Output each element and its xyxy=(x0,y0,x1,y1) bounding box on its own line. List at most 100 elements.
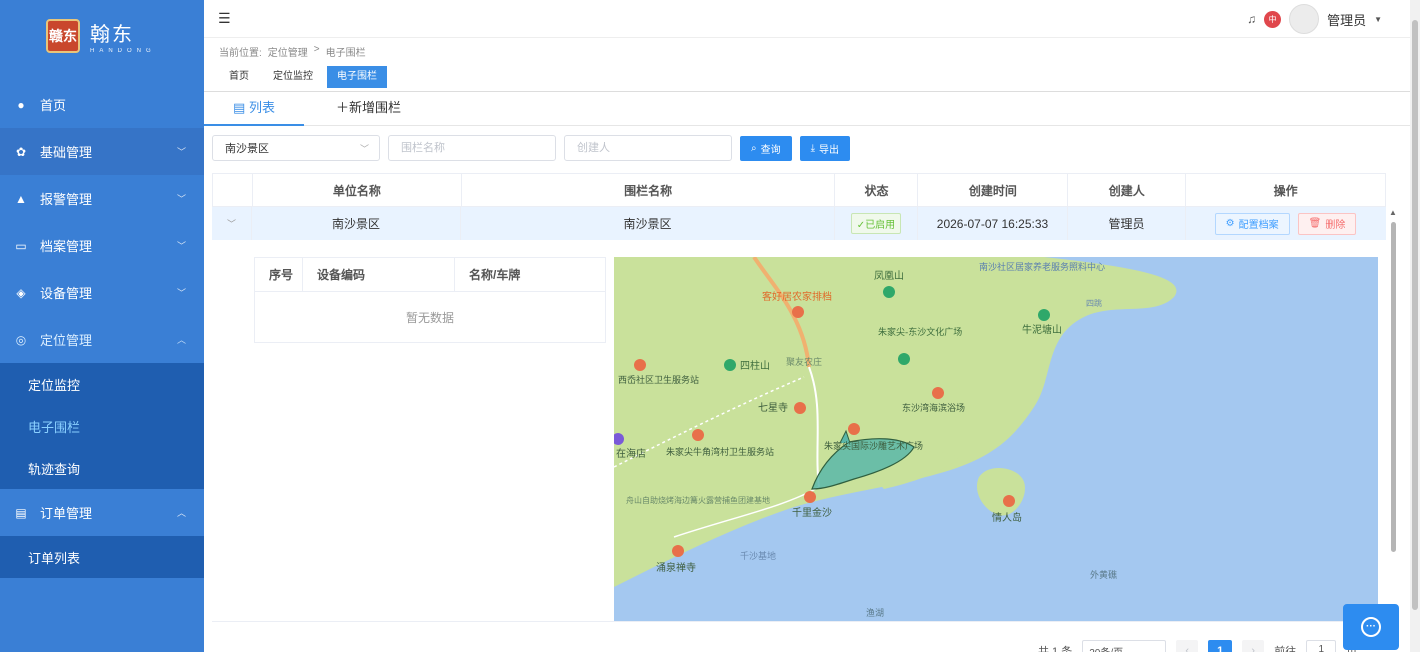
poi-marker xyxy=(794,402,806,414)
table-scrollbar[interactable] xyxy=(1391,222,1396,552)
fence-name-input[interactable] xyxy=(388,135,556,161)
tag-location-monitor[interactable]: 定位监控 xyxy=(263,66,323,88)
sidebar-item-device[interactable]: ◈ 设备管理 ﹀ xyxy=(0,269,204,316)
language-flag-icon[interactable]: 中 xyxy=(1264,10,1282,28)
sidebar-item-alarm[interactable]: ▲ 报警管理 ﹀ xyxy=(0,175,204,222)
logo-mark: 赣东 xyxy=(46,19,80,53)
device-icon: ◈ xyxy=(16,285,26,300)
tag-home[interactable]: 首页 xyxy=(219,66,259,88)
map-label: 渔湖 xyxy=(866,608,884,619)
expand-toggle-icon[interactable]: ﹀ xyxy=(212,207,252,240)
goto-page-input[interactable]: 1 xyxy=(1306,640,1337,652)
chevron-up-icon: ︿ xyxy=(176,508,186,518)
poi-marker xyxy=(1003,495,1015,507)
poi-marker xyxy=(692,429,704,441)
order-icon: ▤ xyxy=(15,505,27,520)
content-tabs: ▤ 列表 ＋新增围栏 xyxy=(204,92,1410,126)
config-archive-button[interactable]: ⚙ 配置档案 xyxy=(1214,212,1290,235)
poi-marker xyxy=(848,423,860,435)
sidebar-item-geofence[interactable]: 电子围栏 xyxy=(0,405,204,447)
tag-geofence[interactable]: 电子围栏 xyxy=(327,66,387,88)
sidebar-item-track-query[interactable]: 轨迹查询 xyxy=(0,447,204,489)
poi-marker xyxy=(932,387,944,399)
poi-marker xyxy=(883,286,895,298)
prev-page-button[interactable]: ‹ xyxy=(1176,640,1199,652)
delete-button[interactable]: 🗑 删除 xyxy=(1297,212,1357,235)
tags-view: 首页 定位监控 电子围栏 xyxy=(219,66,387,88)
scroll-up-icon[interactable]: ▲ xyxy=(1389,208,1397,217)
empty-state: 暂无数据 xyxy=(405,310,454,325)
chevron-down-icon: ﹀ xyxy=(176,241,186,251)
map-label: 千里金沙 xyxy=(792,506,832,519)
dashboard-icon: ● xyxy=(17,97,25,112)
sidebar: 赣东 翰东 HANDONG ● 首页 ✿ 基础管理 ﹀ ▲ 报警管理 ﹀ ▭ 档… xyxy=(0,0,204,652)
unit-select[interactable]: 南沙景区 ﹀ xyxy=(212,135,380,161)
brand-name: 翰东 xyxy=(90,22,134,46)
map-label: 涌泉禅寺 xyxy=(656,561,696,574)
chevron-up-icon: ︿ xyxy=(176,335,186,345)
table-header: 单位名称 围栏名称 状态 创建时间 创建人 操作 xyxy=(212,173,1386,207)
poi-marker xyxy=(898,353,910,365)
table-row: ﹀ 南沙景区 南沙景区 ✓已启用 2026-07-07 16:25:33 管理员… xyxy=(212,207,1386,240)
search-icon: ⌕ xyxy=(751,142,757,154)
chat-button[interactable]: ··· xyxy=(1343,604,1399,650)
sidebar-item-location[interactable]: ◎ 定位管理 ︿ xyxy=(0,316,204,363)
sidebar-item-order[interactable]: ▤ 订单管理 ︿ xyxy=(0,489,204,536)
breadcrumb-level1[interactable]: 定位管理 xyxy=(268,44,308,59)
poi-marker xyxy=(634,359,646,371)
filter-bar: 南沙景区 ﹀ ⌕ 查询 ⤓ 导出 xyxy=(212,135,851,161)
document-icon: ▤ xyxy=(233,100,246,115)
current-page[interactable]: 1 xyxy=(1208,640,1233,652)
username[interactable]: 管理员 xyxy=(1327,10,1366,29)
sidebar-item-basic[interactable]: ✿ 基础管理 ﹀ xyxy=(0,128,204,175)
sidebar-item-location-monitor[interactable]: 定位监控 xyxy=(0,363,204,405)
map-label: 客好居农家排档 xyxy=(762,290,832,303)
map-label: 千沙基地 xyxy=(740,550,776,562)
map-label: 舟山自助烧烤海边篝火露营捕鱼团建基地 xyxy=(626,495,770,505)
map-label: 朱家尖牛角湾村卫生服务站 xyxy=(666,446,774,458)
map-label: 东沙湾海滨浴场 xyxy=(902,402,965,414)
location-submenu: 定位监控 电子围栏 轨迹查询 xyxy=(0,363,204,489)
notification-bell-icon[interactable]: ♫ xyxy=(1247,12,1256,26)
sidebar-item-archive[interactable]: ▭ 档案管理 ﹀ xyxy=(0,222,204,269)
menu-toggle-icon[interactable]: ☰ xyxy=(218,10,231,27)
fence-map[interactable]: 客好居农家排档 凤凰山 南沙社区居家养老服务照料中心 四跳 牛泥塘山 朱家尖-东… xyxy=(614,257,1378,621)
poi-marker xyxy=(792,306,804,318)
page-scrollbar[interactable] xyxy=(1412,20,1418,610)
caret-down-icon[interactable]: ▼ xyxy=(1374,15,1382,24)
device-table: 序号 设备编码 名称/车牌 暂无数据 xyxy=(254,257,606,343)
map-label: 情人岛 xyxy=(992,511,1022,524)
poi-marker xyxy=(804,491,816,503)
avatar[interactable] xyxy=(1289,4,1320,34)
folder-icon: ▭ xyxy=(15,238,27,253)
chevron-down-icon: ﹀ xyxy=(359,143,369,154)
sidebar-item-home[interactable]: ● 首页 xyxy=(0,81,204,128)
map-label: 四柱山 xyxy=(740,359,770,372)
tab-list[interactable]: ▤ 列表 xyxy=(204,92,304,126)
map-label: 在海店 xyxy=(616,447,646,460)
tab-add-fence[interactable]: ＋新增围栏 xyxy=(320,92,417,126)
pagination: 共 1 条 20条/页 ‹ 1 › 前往 1 页 xyxy=(1038,640,1357,652)
map-label: 四跳 xyxy=(1086,298,1102,308)
page-size-select[interactable]: 20条/页 xyxy=(1082,640,1167,652)
sidebar-item-order-list[interactable]: 订单列表 xyxy=(0,536,204,578)
next-page-button[interactable]: › xyxy=(1242,640,1265,652)
map-label: 外黄礁 xyxy=(1090,569,1117,581)
poi-marker xyxy=(724,359,736,371)
breadcrumb-level2: 电子围栏 xyxy=(325,48,366,59)
download-icon: ⤓ xyxy=(810,142,816,154)
export-button[interactable]: ⤓ 导出 xyxy=(799,135,851,161)
map-label: 聚友农庄 xyxy=(786,356,822,368)
chevron-down-icon: ﹀ xyxy=(176,147,186,157)
map-label: 南沙社区居家养老服务照料中心 xyxy=(979,261,1105,273)
creator-input[interactable] xyxy=(564,135,732,161)
app-root: 赣东 翰东 HANDONG ● 首页 ✿ 基础管理 ﹀ ▲ 报警管理 ﹀ ▭ 档… xyxy=(0,0,1420,652)
chat-icon: ··· xyxy=(1361,617,1381,637)
breadcrumb: 当前位置: 定位管理 > 电子围栏 xyxy=(219,44,366,59)
map-label: 七星寺 xyxy=(758,402,788,414)
total-count: 共 1 条 xyxy=(1038,646,1073,652)
page-scrollbar-track xyxy=(1410,0,1420,652)
brand-name-en: HANDONG xyxy=(90,48,156,54)
search-button[interactable]: ⌕ 查询 xyxy=(740,135,792,161)
map-label: 凤凰山 xyxy=(874,270,904,282)
